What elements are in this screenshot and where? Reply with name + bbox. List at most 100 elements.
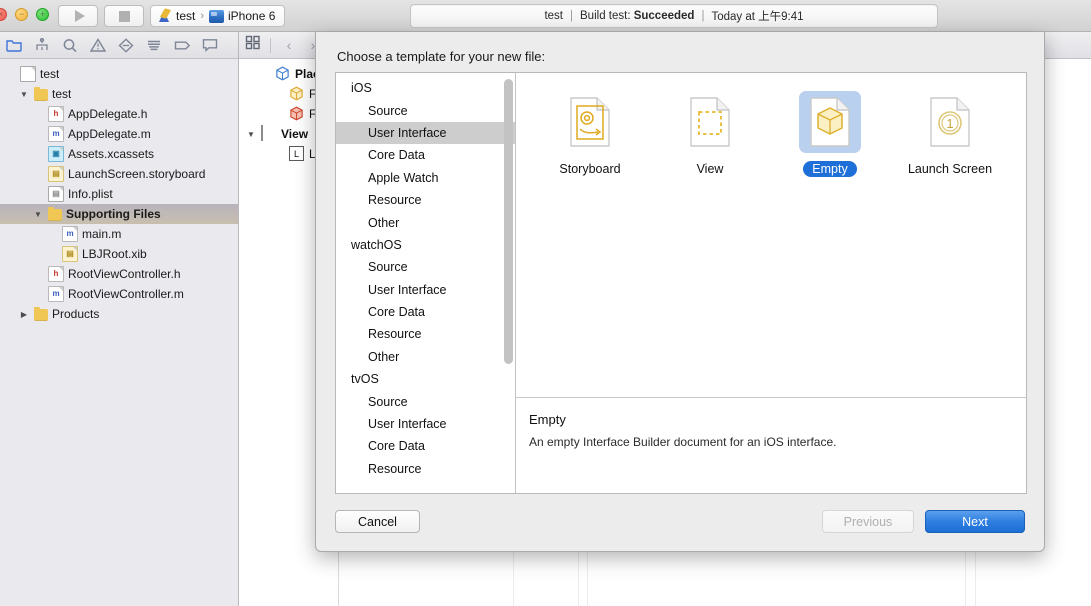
template-label: Storyboard <box>559 162 621 176</box>
template-item[interactable]: Empty <box>770 91 890 177</box>
xib-file-icon: ▤ <box>62 246 78 262</box>
disclosure-spacer: · <box>46 250 58 259</box>
category-item[interactable]: User Interface <box>336 121 515 145</box>
category-item[interactable]: watchOS <box>336 234 515 256</box>
file-tree-label: test <box>52 87 72 101</box>
file-tree-row[interactable]: ▶ Products <box>0 304 238 324</box>
status-build-label: Build test: <box>580 10 631 22</box>
category-item[interactable]: Core Data <box>336 144 515 166</box>
file-tree-row[interactable]: · h AppDelegate.h <box>0 104 238 124</box>
disclosure-open-icon[interactable]: ▼ <box>32 210 44 219</box>
navigate-back-icon[interactable]: ‹ <box>280 37 298 53</box>
cancel-button[interactable]: Cancel <box>335 510 420 533</box>
category-item[interactable]: User Interface <box>336 279 515 301</box>
category-item[interactable]: Core Data <box>336 435 515 457</box>
disclosure-spacer: · <box>32 170 44 179</box>
source-control-navigator-icon[interactable] <box>28 32 56 58</box>
category-item[interactable]: Other <box>336 211 515 233</box>
template-description: Empty An empty Interface Builder documen… <box>516 398 1026 493</box>
category-item[interactable]: Resource <box>336 458 515 480</box>
breakpoint-navigator-icon[interactable] <box>168 32 196 58</box>
category-list[interactable]: iOS Source User Interface Core Data Apple Wa… <box>336 73 515 480</box>
description-title: Empty <box>529 412 566 427</box>
previous-button[interactable]: Previous <box>822 510 914 533</box>
file-tree-row[interactable]: · ▤ Info.plist <box>0 184 238 204</box>
xcode-window: × − + test › iPhone 6 test | Build test:… <box>0 0 1091 606</box>
next-button[interactable]: Next <box>925 510 1025 533</box>
template-item[interactable]: View <box>650 91 770 177</box>
category-item[interactable]: iOS <box>336 77 515 99</box>
template-label: Empty <box>803 161 857 177</box>
disclosure-spacer: · <box>259 70 271 79</box>
device-icon <box>209 9 225 23</box>
traffic-lights: × − + <box>0 8 49 21</box>
status-separator-1: | <box>570 10 574 22</box>
disclosure-closed-icon[interactable]: ▶ <box>18 310 30 319</box>
description-body: An empty Interface Builder document for … <box>529 435 837 449</box>
category-item[interactable]: Other <box>336 346 515 368</box>
file-tree-row[interactable]: · m main.m <box>0 224 238 244</box>
category-item[interactable]: Resource <box>336 323 515 345</box>
file-tree-row[interactable]: · ▣ Assets.xcassets <box>0 144 238 164</box>
maximize-window-button[interactable]: + <box>36 8 49 21</box>
xca-file-icon: ▣ <box>48 146 64 162</box>
close-window-button[interactable]: × <box>0 8 7 21</box>
category-item[interactable]: tvOS <box>336 368 515 390</box>
debug-navigator-icon[interactable] <box>140 32 168 58</box>
run-button[interactable] <box>58 5 98 27</box>
disclosure-spacer: · <box>32 110 44 119</box>
category-item[interactable]: Source <box>336 390 515 412</box>
test-navigator-icon[interactable] <box>112 32 140 58</box>
disclosure-open-icon[interactable]: ▼ <box>245 130 257 139</box>
category-item[interactable]: Resource <box>336 189 515 211</box>
stop-button[interactable] <box>104 5 144 27</box>
file-tree-row[interactable]: ▼ test <box>0 84 238 104</box>
grid-view-icon[interactable] <box>245 35 261 55</box>
file-tree-row[interactable]: · test <box>0 64 238 84</box>
minimize-window-button[interactable]: − <box>15 8 28 21</box>
disclosure-spacer: · <box>4 70 16 79</box>
category-item[interactable]: Source <box>336 256 515 278</box>
file-tree-label: Supporting Files <box>66 207 161 221</box>
file-tree-label: RootViewController.h <box>68 267 181 281</box>
category-scrollbar[interactable] <box>504 77 513 489</box>
symbol-navigator-icon[interactable] <box>56 32 84 58</box>
view-square-icon <box>261 125 277 142</box>
category-item[interactable]: Apple Watch <box>336 167 515 189</box>
disclosure-spacer: · <box>273 150 285 159</box>
folder-icon <box>34 87 48 101</box>
project-file-tree[interactable]: · test ▼ test · h AppDelegate.h · m AppDelegate.m… <box>0 59 238 606</box>
file-tree-row[interactable]: · ▤ LaunchScreen.storyboard <box>0 164 238 184</box>
file-tree-row[interactable]: · m RootViewController.m <box>0 284 238 304</box>
svg-text:1: 1 <box>946 116 953 131</box>
category-item[interactable]: Source <box>336 99 515 121</box>
file-tree-row[interactable]: ▼ Supporting Files <box>0 204 238 224</box>
issue-navigator-icon[interactable] <box>84 32 112 58</box>
first-responder-cube-icon <box>289 106 305 122</box>
sheet-title: Choose a template for your new file: <box>337 49 546 64</box>
sb-file-icon: ▤ <box>48 166 64 182</box>
template-item[interactable]: 1 Launch Screen <box>890 91 1010 177</box>
file-tree-row[interactable]: · m AppDelegate.m <box>0 124 238 144</box>
disclosure-open-icon[interactable]: ▼ <box>18 90 30 99</box>
category-scrollbar-thumb[interactable] <box>504 79 513 364</box>
category-item[interactable]: User Interface <box>336 413 515 435</box>
file-tree-label: Info.plist <box>68 187 113 201</box>
destination-name: iPhone 6 <box>228 9 276 23</box>
template-item[interactable]: Storyboard <box>530 91 650 177</box>
window-titlebar: × − + test › iPhone 6 test | Build test:… <box>0 0 1091 32</box>
status-build-result: Succeeded <box>633 10 695 22</box>
disclosure-spacer: · <box>32 130 44 139</box>
report-navigator-icon[interactable] <box>196 32 224 58</box>
scheme-name: test <box>176 9 196 23</box>
outline-label: View <box>281 127 309 141</box>
storyboard-doc-icon <box>559 91 621 153</box>
category-column[interactable]: iOS Source User Interface Core Data Apple Wa… <box>336 73 516 493</box>
file-tree-row[interactable]: · ▤ LBJRoot.xib <box>0 244 238 264</box>
scheme-selector[interactable]: test › iPhone 6 <box>150 5 286 27</box>
project-navigator-icon[interactable] <box>0 32 28 58</box>
disclosure-spacer: · <box>32 190 44 199</box>
file-tree-row[interactable]: · h RootViewController.h <box>0 264 238 284</box>
template-grid[interactable]: Storyboard View Empty 1 Launch Screen <box>516 73 1026 397</box>
category-item[interactable]: Core Data <box>336 301 515 323</box>
